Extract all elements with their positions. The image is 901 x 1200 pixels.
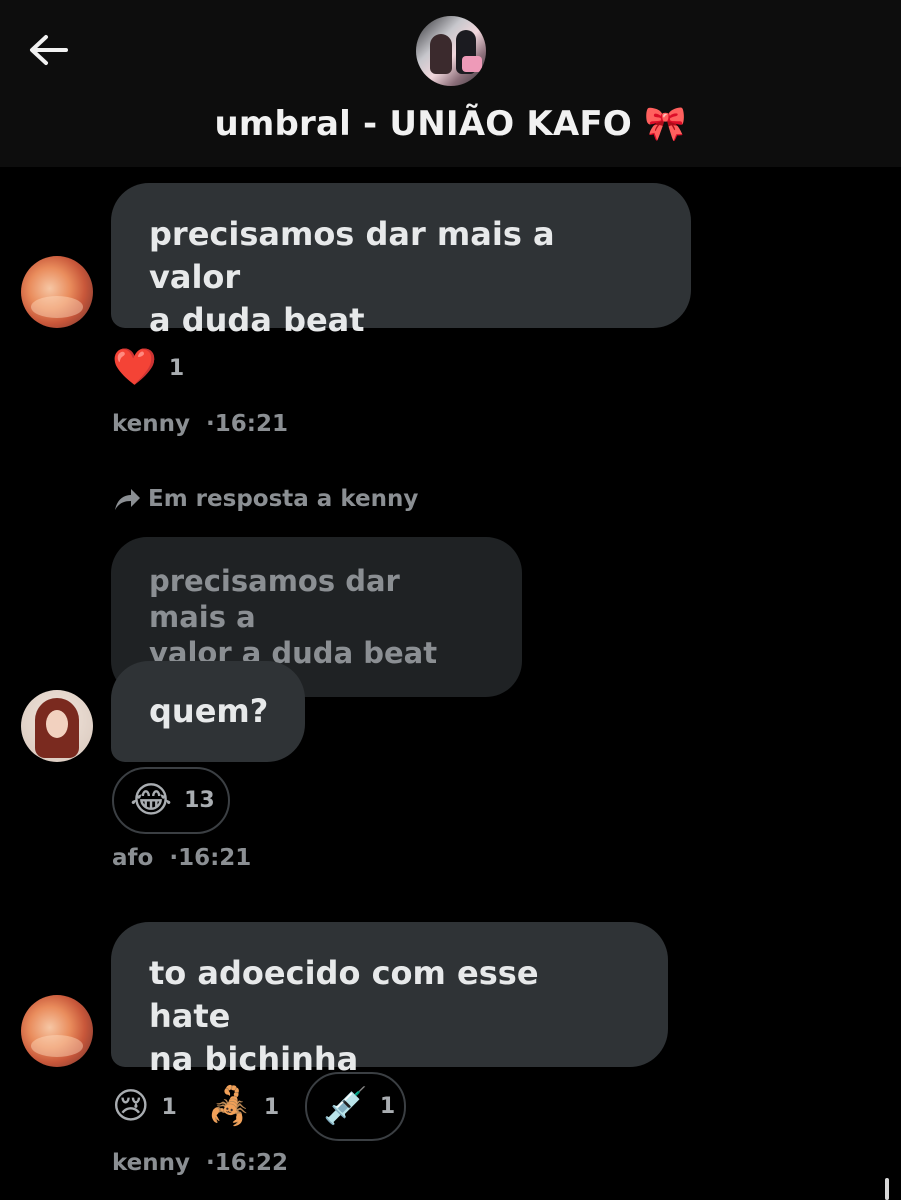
- scrollbar[interactable]: [885, 1178, 889, 1200]
- group-avatar[interactable]: [416, 16, 486, 86]
- back-button[interactable]: [24, 28, 72, 72]
- reaction-laughing[interactable]: 😂 13: [112, 767, 230, 834]
- conversation-title[interactable]: umbral - UNIÃO KAFO 🎀: [0, 104, 901, 144]
- reaction-count: 1: [263, 1094, 280, 1120]
- conversation-header: umbral - UNIÃO KAFO 🎀: [0, 0, 901, 167]
- quoted-text-line: precisamos dar mais a: [149, 564, 400, 634]
- message-text: quem?: [149, 692, 269, 730]
- message-meta: kenny ·16:22: [112, 1150, 289, 1176]
- message-text-line: precisamos dar mais a valor: [149, 215, 555, 296]
- reply-label: Em resposta a kenny: [112, 486, 418, 512]
- reaction-count: 1: [168, 355, 185, 381]
- message-bubble[interactable]: to adoecido com esse hate na bichinha: [111, 922, 668, 1078]
- reaction-count: 13: [184, 788, 215, 813]
- reaction-heart[interactable]: ❤️ 1: [112, 346, 184, 390]
- message-text-line: to adoecido com esse hate: [149, 954, 539, 1035]
- avatar[interactable]: [21, 690, 93, 762]
- message-time: 16:21: [214, 411, 289, 437]
- message-bubble[interactable]: precisamos dar mais a valor a duda beat: [111, 183, 691, 339]
- message-text-line: a duda beat: [149, 301, 365, 339]
- message-author: kenny: [112, 411, 191, 437]
- syringe-icon: 💉: [323, 1085, 368, 1127]
- avatar[interactable]: [21, 256, 93, 328]
- message-author: afo: [112, 845, 154, 871]
- message-bubble[interactable]: quem?: [111, 661, 305, 762]
- scorpion-icon: 🦂: [207, 1086, 252, 1127]
- message-time: 16:22: [214, 1150, 289, 1176]
- message-text-line: na bichinha: [149, 1040, 359, 1078]
- reaction-syringe[interactable]: 💉 1: [305, 1072, 406, 1141]
- message-author: kenny: [112, 1150, 191, 1176]
- reaction-crying[interactable]: 😢 1: [112, 1085, 177, 1129]
- reply-arrow-icon: [115, 489, 140, 510]
- heart-icon: ❤️: [112, 347, 157, 388]
- reaction-count: 1: [379, 1094, 396, 1119]
- avatar[interactable]: [21, 995, 93, 1067]
- laughing-face-icon: 😂: [130, 779, 173, 821]
- message-meta: kenny ·16:21: [112, 411, 289, 437]
- reaction-scorpion[interactable]: 🦂 1: [207, 1085, 279, 1129]
- message-meta: afo ·16:21: [112, 845, 252, 871]
- crying-face-icon: 😢: [112, 1086, 150, 1127]
- arrow-left-icon: [30, 35, 68, 65]
- reaction-count: 1: [161, 1094, 177, 1120]
- message-time: 16:21: [178, 845, 252, 871]
